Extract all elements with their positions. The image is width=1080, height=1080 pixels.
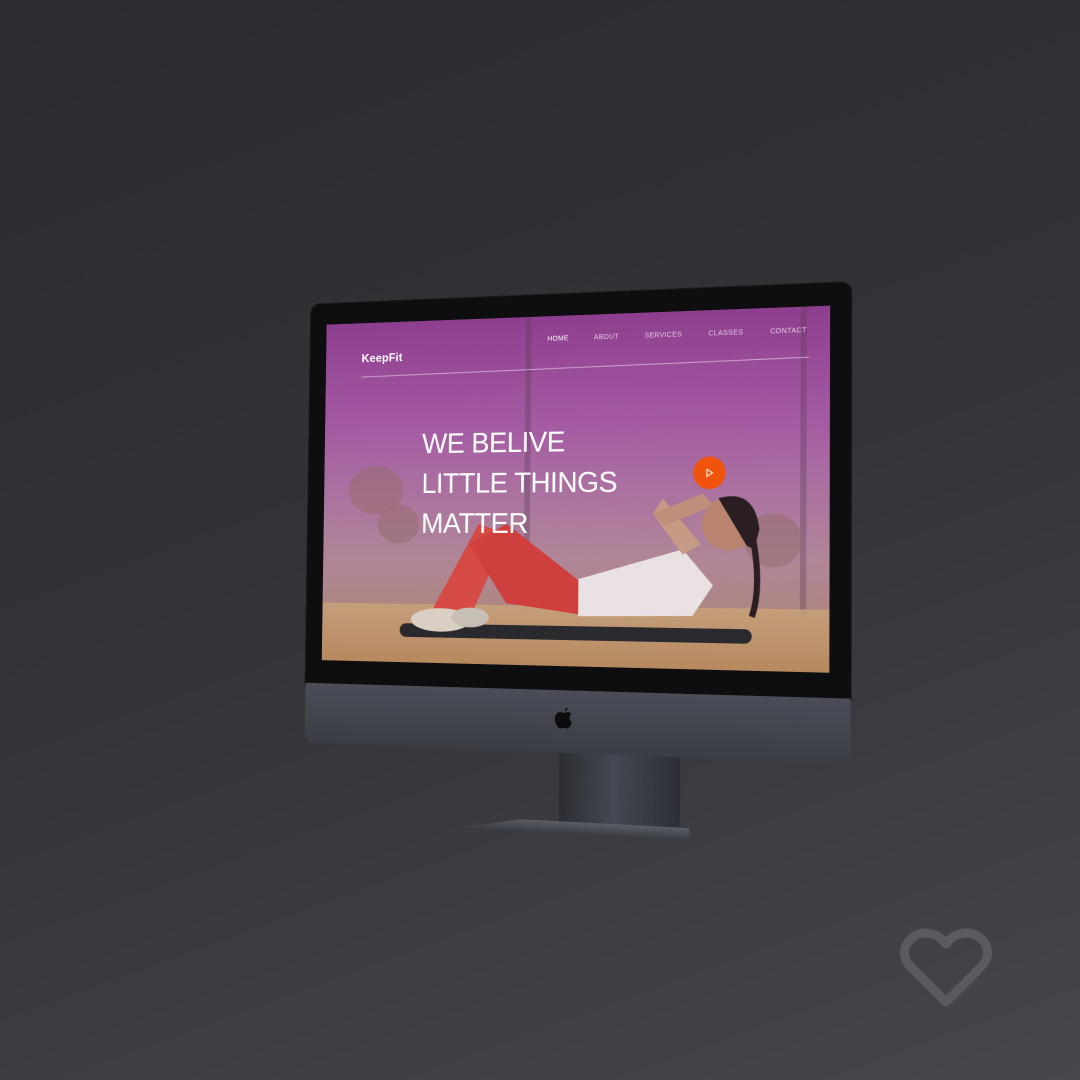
hero-line-1: WE BELIVE bbox=[421, 426, 566, 461]
monitor-bezel: KeepFit HOME ABOUT SERVICES CLASSES CONT… bbox=[305, 282, 852, 701]
site-navbar: KeepFit HOME ABOUT SERVICES CLASSES CONT… bbox=[326, 306, 830, 378]
nav-about[interactable]: ABOUT bbox=[594, 334, 619, 342]
play-icon bbox=[704, 468, 714, 478]
mockup-canvas: KeepFit HOME ABOUT SERVICES CLASSES CONT… bbox=[0, 0, 1080, 1080]
imac-monitor: KeepFit HOME ABOUT SERVICES CLASSES CONT… bbox=[304, 281, 868, 775]
brand-logo[interactable]: KeepFit bbox=[362, 351, 403, 366]
monitor-stand-neck bbox=[558, 752, 681, 830]
nav-classes[interactable]: CLASSES bbox=[708, 329, 743, 337]
hero-heading: WE BELIVE LITTLE THINGS MATTER bbox=[421, 422, 618, 546]
heart-outline-icon[interactable] bbox=[898, 926, 994, 1010]
nav-contact[interactable]: CONTACT bbox=[770, 327, 807, 335]
hero-line-2: LITTLE THINGS bbox=[421, 466, 618, 500]
nav-home[interactable]: HOME bbox=[547, 335, 568, 343]
apple-logo-icon bbox=[554, 707, 572, 729]
nav-divider bbox=[361, 356, 809, 378]
website-screen: KeepFit HOME ABOUT SERVICES CLASSES CONT… bbox=[321, 305, 831, 673]
nav-services[interactable]: SERVICES bbox=[645, 331, 683, 339]
nav-links: HOME ABOUT SERVICES CLASSES CONTACT bbox=[547, 327, 807, 343]
hero-line-3: MATTER bbox=[420, 508, 529, 540]
